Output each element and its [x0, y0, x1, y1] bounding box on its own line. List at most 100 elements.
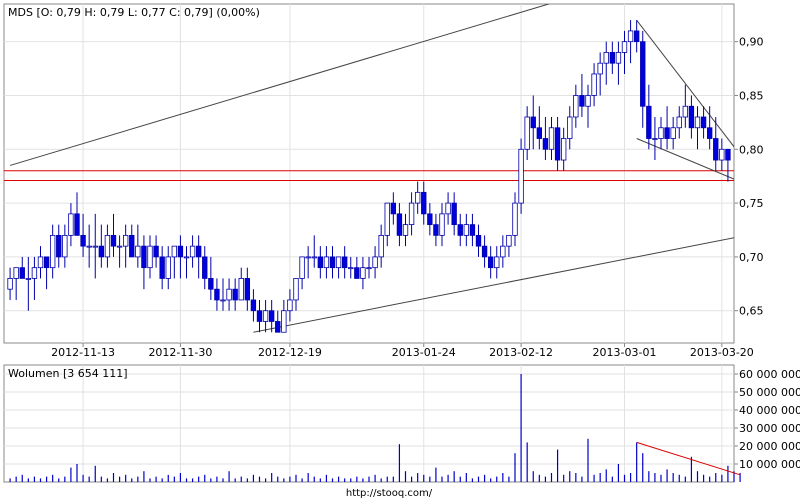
candle-body [37, 256, 44, 269]
price-y-tick-label: 0,75 [739, 197, 764, 210]
candle-body [372, 256, 378, 269]
candle-body [414, 191, 421, 204]
candle-body [122, 234, 129, 247]
candle-body [74, 213, 80, 236]
candle-body [627, 30, 634, 43]
candle-body [195, 245, 202, 258]
candle-body [713, 138, 719, 161]
candle-body [512, 202, 518, 236]
candle-body [43, 256, 50, 269]
candle-body [646, 105, 652, 139]
candle-body [262, 310, 269, 322]
candle-body [348, 267, 354, 270]
candle-body [670, 127, 676, 139]
candle-body [402, 224, 409, 236]
candle-body [615, 52, 622, 64]
candle-body [341, 256, 348, 269]
candle-body [725, 148, 731, 161]
volume-y-tick-label: 20 000 000 [739, 440, 800, 453]
price-y-tick-label: 0,90 [739, 36, 764, 49]
candle-body [214, 288, 220, 301]
candle-body [518, 148, 524, 204]
candle-body [719, 148, 725, 161]
candle-body [116, 245, 123, 248]
candle-body [250, 299, 257, 312]
candle-body [621, 41, 628, 53]
candle-body [475, 234, 482, 247]
volume-y-tick-label: 10 000 000 [739, 458, 800, 471]
candle-body [548, 127, 555, 150]
candle-body [706, 127, 713, 139]
candle-body [390, 202, 397, 215]
candle-body [573, 95, 579, 118]
candle-body [159, 256, 165, 279]
volume-y-tick-label: 50 000 000 [739, 386, 800, 399]
candle-body [500, 245, 506, 258]
volume-panel: 60 000 000 50 000 000 40 000 000 30 000 000… [3, 364, 800, 483]
candle-body [603, 52, 609, 64]
candle-body [439, 213, 445, 236]
candle-body [433, 224, 439, 236]
candle-body [640, 41, 646, 107]
volume-y-tick-label: 30 000 000 [739, 422, 800, 435]
price-panel: 0,900,850,800,750,700,65 2012-11-13 2012-… [3, 3, 764, 359]
candle-body [183, 256, 190, 259]
candle-body [487, 256, 494, 269]
candle-body [530, 116, 536, 129]
candle-body [579, 95, 585, 107]
candle-body [542, 138, 549, 150]
candle-body [311, 256, 317, 259]
volume-title: Wolumen [3 654 111] [8, 367, 128, 380]
candle-body [335, 256, 342, 269]
candle-body [469, 224, 476, 236]
candle-body [481, 245, 488, 258]
candle-body [141, 245, 147, 269]
candle-body [354, 267, 360, 279]
candle-body [165, 256, 171, 279]
candle-body [202, 256, 208, 279]
candle-body [208, 278, 214, 290]
volume-y-tick-label: 40 000 000 [739, 404, 800, 417]
footer-url[interactable]: http://stooq.com/ [346, 488, 433, 499]
candle-body [68, 213, 74, 236]
candle-body [189, 245, 196, 258]
candle-body [56, 234, 62, 258]
candle-body [293, 278, 299, 301]
price-x-tick-label: 2012-12-19 [258, 346, 322, 359]
candle-body [378, 234, 384, 258]
candle-body [135, 245, 141, 258]
candle-body [366, 267, 372, 270]
candle-body [244, 278, 251, 301]
candle-body [49, 234, 56, 269]
candle-body [226, 288, 232, 301]
price-title: MDS [O: 0,79 H: 0,79 L: 0,77 C: 0,79] (0… [8, 6, 260, 19]
candle-body [676, 116, 682, 129]
candle-body [682, 105, 689, 118]
candle-body [323, 256, 330, 269]
candle-body [98, 245, 105, 258]
candle-body [554, 127, 561, 161]
candle-body [256, 310, 263, 322]
price-x-tick-label: 2013-03-20 [690, 346, 754, 359]
price-x-tick-label: 2012-11-30 [148, 346, 212, 359]
candle-body [427, 213, 433, 226]
price-x-tick-labels: 2012-11-13 2012-11-30 2012-12-19 2013-01-24… [51, 343, 754, 359]
candle-body [317, 256, 324, 269]
candle-body [506, 234, 512, 247]
candle-body [591, 73, 597, 96]
candle-body [268, 310, 275, 322]
price-y-tick-label: 0,85 [739, 89, 764, 102]
candle-body [220, 299, 226, 302]
candle-body [451, 202, 457, 226]
candle-body [658, 127, 664, 139]
price-y-tick-label: 0,80 [739, 143, 764, 156]
candle-body [25, 278, 32, 280]
candle-body [664, 127, 670, 139]
candle-body [463, 224, 470, 236]
stock-chart: 0,900,850,800,750,700,65 2012-11-13 2012-… [0, 0, 800, 500]
candle-body [153, 245, 159, 258]
candle-body [80, 234, 86, 247]
candle-body [171, 245, 178, 258]
candle-body [445, 202, 451, 215]
price-x-tick-label: 2013-02-12 [489, 346, 553, 359]
